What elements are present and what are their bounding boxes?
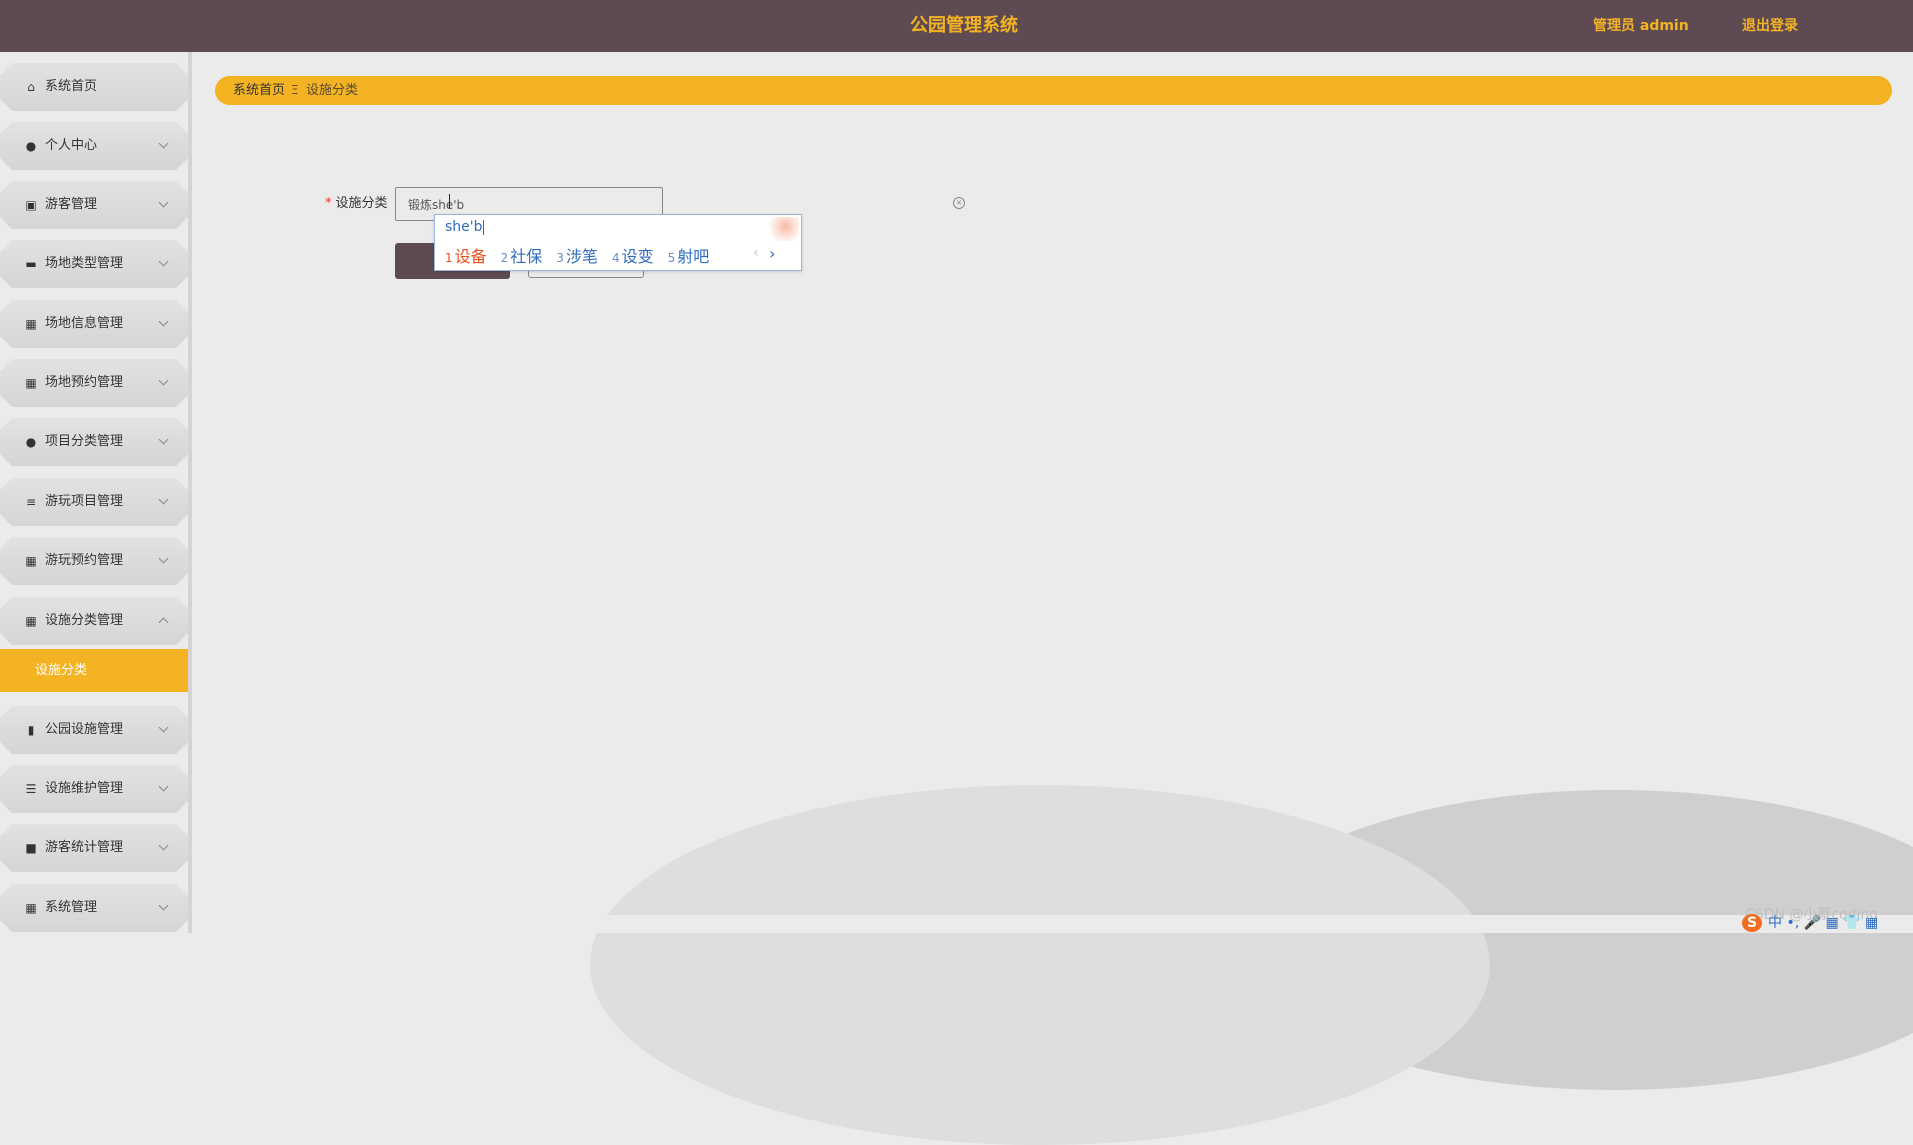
facility-category-label: * 设施分类 [325,196,388,212]
ime-candidate-text: 涉笔 [565,247,598,266]
sidebar-item-label: 系统首页 [45,79,98,94]
user-icon: ● [25,435,37,449]
sidebar-item-label: 游玩项目管理 [45,494,124,509]
ime-pinyin-composition: she'b [445,219,484,235]
grid-icon: ▦ [25,614,37,628]
admin-user-label: 管理员 admin [1593,18,1689,34]
sidebar-item-12[interactable]: ■ 游客统计管理 [0,824,188,872]
ime-prev-page-icon[interactable]: ‹ [753,245,759,261]
sogou-logo-icon[interactable]: S [1742,914,1762,932]
sidebar-subitem-facility-category[interactable]: 设施分类 [0,649,188,692]
ime-candidate-1[interactable]: 1 设备 [445,247,487,266]
sidebar-item-label: 游客管理 [45,197,98,212]
sidebar-item-label: 项目分类管理 [45,434,124,449]
ime-candidate-number: 4 [611,251,620,265]
breadcrumb-current: 设施分类 [306,83,359,98]
ime-candidate-text: 社保 [510,247,543,266]
clipboard-icon: ▣ [25,198,37,212]
ime-candidate-number: 2 [500,251,509,265]
ime-candidate-text: 设备 [454,247,487,266]
ime-candidate-text: 射吧 [677,247,710,266]
sidebar-item-label: 场地类型管理 [45,256,124,271]
grid-icon: ▦ [25,901,37,915]
sidebar-item-7[interactable]: ≡ 游玩项目管理 [0,478,188,526]
home-icon: ⌂ [27,80,35,94]
clear-input-icon[interactable]: × [953,197,965,209]
sidebar-item-1[interactable]: ● 个人中心 [0,122,188,170]
top-navbar: 公园管理系统 管理员 admin 退出登录 [0,0,1913,52]
sidebar-item-6[interactable]: ● 项目分类管理 [0,418,188,466]
ime-skin-decoration [765,217,799,241]
sidebar-item-11[interactable]: ☰ 设施维护管理 [0,765,188,813]
ime-candidate-list: 1 设备 2 社保 3 涉笔 4 设变 5 射吧 [445,243,723,267]
sliders-icon: ☰ [25,782,37,796]
sidebar-item-label: 游客统计管理 [45,840,124,855]
ime-candidate-number: 3 [556,251,564,265]
sidebar-item-label: 设施维护管理 [45,781,124,796]
logout-link[interactable]: 退出登录 [1742,0,1798,52]
sidebar-item-label: 游玩预约管理 [45,553,124,568]
sidebar-item-label: 设施分类管理 [45,613,124,628]
ime-candidate-window: she'b 1 设备 2 社保 3 涉笔 4 设变 5 射吧 ‹ › [434,214,802,271]
bottom-ground [192,915,1913,933]
monitor-icon: ▬ [25,257,37,271]
ime-candidate-number: 5 [667,251,676,265]
sidebar-item-9[interactable]: ▦ 设施分类管理 [0,597,188,645]
grid-icon: ▦ [25,554,37,568]
breadcrumb: 系统首页 Ξ 设施分类 [215,76,1892,105]
sidebar-item-label: 场地信息管理 [45,316,124,331]
ime-caret [482,219,484,235]
sidebar-item-label: 公园设施管理 [45,722,124,737]
user-icon: ● [25,139,37,153]
sidebar-item-3[interactable]: ▬ 场地类型管理 [0,240,188,288]
sidebar-subitem-label: 设施分类 [35,663,88,678]
sidebar-item-4[interactable]: ▦ 场地信息管理 [0,300,188,348]
ime-candidate-4[interactable]: 4 设变 [612,247,654,266]
field-label-text: 设施分类 [335,196,388,211]
text-cursor-icon [449,194,450,208]
sidebar-edge [188,52,192,933]
ime-status-icons[interactable]: 中 •, 🎤 ▦ 👕 ▦ [1768,915,1878,931]
grid-icon: ▦ [25,376,37,390]
grid-icon: ▦ [25,317,37,331]
ime-candidate-2[interactable]: 2 社保 [501,247,543,266]
sidebar-item-label: 系统管理 [45,900,98,915]
ime-candidate-text: 设变 [621,247,654,266]
ime-pinyin-text: she'b [445,219,483,235]
breadcrumb-separator: Ξ [291,83,299,97]
sidebar-item-8[interactable]: ▦ 游玩预约管理 [0,537,188,585]
ime-status-bar: S 中 •, 🎤 ▦ 👕 ▦ [1742,912,1878,932]
sidebar-item-label: 场地预约管理 [45,375,124,390]
briefcase-icon: ■ [25,841,37,855]
sidebar-item-2[interactable]: ▣ 游客管理 [0,181,188,229]
sidebar-item-5[interactable]: ▦ 场地预约管理 [0,359,188,407]
background-hill-left [590,785,1490,1145]
sidebar-item-10[interactable]: ▮ 公园设施管理 [0,706,188,754]
ime-candidate-5[interactable]: 5 射吧 [668,247,710,266]
ime-candidate-3[interactable]: 3 涉笔 [556,247,598,266]
ime-next-page-icon[interactable]: › [769,244,775,263]
sidebar-item-0[interactable]: ⌂ 系统首页 [0,63,188,111]
sidebar-item-13[interactable]: ▦ 系统管理 [0,884,188,932]
required-mark: * [325,196,332,211]
sidebar-item-label: 个人中心 [45,138,98,153]
bar-chart-icon: ▮ [27,723,35,737]
list-icon: ≡ [25,495,37,509]
breadcrumb-home[interactable]: 系统首页 [233,76,285,105]
ime-candidate-number: 1 [445,251,453,265]
